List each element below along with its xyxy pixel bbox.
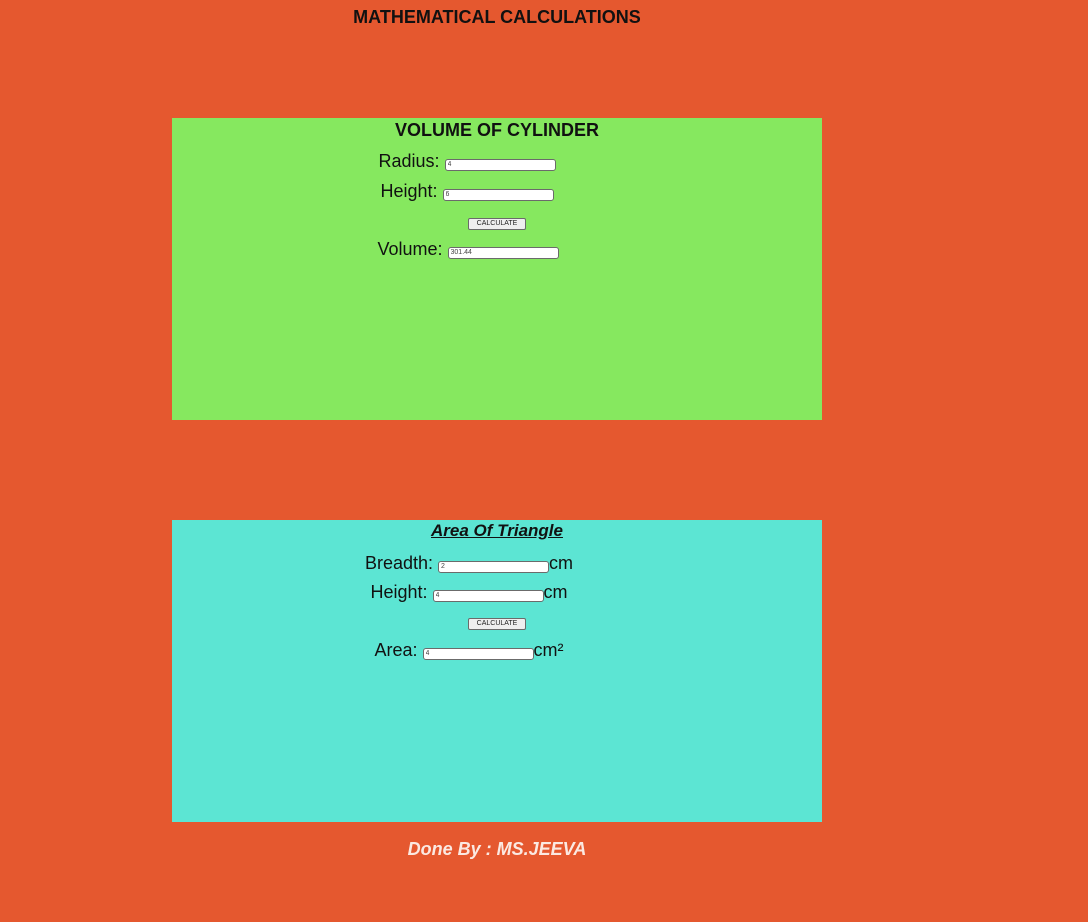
area-output[interactable] <box>422 647 534 660</box>
cylinder-calculate-button[interactable]: CALCULATE <box>468 218 526 230</box>
breadth-row: Breadth: cm <box>144 553 794 574</box>
radius-row: Radius: <box>142 151 792 172</box>
radius-label: Radius: <box>378 151 440 171</box>
volume-output[interactable] <box>447 246 559 259</box>
page-title: MATHEMATICAL CALCULATIONS <box>353 7 641 27</box>
triangle-height-row: Height: cm <box>144 582 794 603</box>
triangle-height-input[interactable] <box>432 589 544 602</box>
footer-credit: Done By : MS.JEEVA <box>407 839 587 859</box>
triangle-panel-title: Area Of Triangle <box>431 521 563 540</box>
triangle-area-panel: Area Of Triangle Breadth: cm Height: cm … <box>172 520 822 822</box>
cylinder-volume-panel: VOLUME OF CYLINDER Radius: Height: CALCU… <box>172 118 822 420</box>
cylinder-height-row: Height: <box>142 181 792 202</box>
cylinder-panel-title: VOLUME OF CYLINDER <box>394 120 599 140</box>
cylinder-height-label: Height: <box>380 181 438 201</box>
volume-label: Volume: <box>377 239 443 259</box>
area-unit: cm² <box>533 640 564 660</box>
area-label: Area: <box>374 640 418 660</box>
radius-input[interactable] <box>444 158 556 171</box>
volume-row: Volume: <box>143 239 793 260</box>
triangle-height-label: Height: <box>370 582 428 602</box>
breadth-label: Breadth: <box>364 553 434 573</box>
area-row: Area: cm² <box>144 640 794 661</box>
cylinder-height-input[interactable] <box>442 188 554 201</box>
triangle-calculate-button[interactable]: CALCULATE <box>468 618 526 630</box>
breadth-input[interactable] <box>438 560 550 573</box>
triangle-height-unit: cm <box>543 582 568 602</box>
breadth-unit: cm <box>549 553 574 573</box>
